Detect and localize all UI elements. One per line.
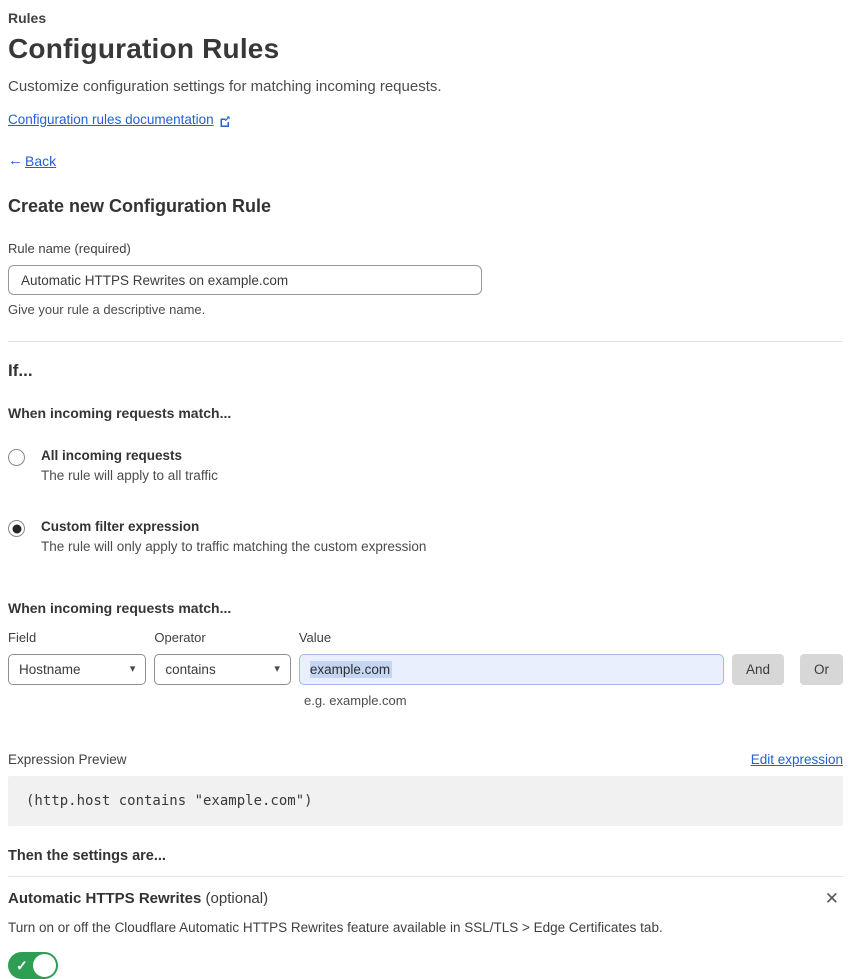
expression-preview-row: Expression Preview Edit expression: [8, 752, 843, 767]
back-link[interactable]: Back: [25, 153, 56, 169]
radio-option-custom-filter-expression[interactable]: Custom filter expression The rule will o…: [8, 519, 843, 554]
setting-title-suffix: (optional): [205, 890, 269, 907]
radio-option-label: All incoming requests: [41, 448, 183, 463]
expression-preview-label: Expression Preview: [8, 752, 127, 767]
rule-name-helper: Give your rule a descriptive name.: [8, 302, 206, 317]
field-select-value: Hostname: [19, 662, 81, 677]
documentation-link[interactable]: Configuration rules documentation: [8, 112, 214, 127]
create-rule-heading: Create new Configuration Rule: [8, 196, 272, 216]
external-link-icon: [219, 114, 231, 127]
or-button[interactable]: Or: [800, 654, 843, 685]
radio-option-label: Custom filter expression: [41, 519, 200, 534]
divider: [8, 876, 843, 877]
edit-expression-link[interactable]: Edit expression: [751, 752, 843, 767]
value-column: Value example.com: [298, 630, 724, 685]
page-title: Configuration Rules: [8, 33, 280, 64]
radio-button-unchecked[interactable]: [8, 449, 25, 466]
value-label: Value: [298, 630, 332, 645]
operator-select[interactable]: contains ▾: [154, 654, 291, 685]
toggle-knob: [33, 954, 56, 977]
radio-option-texts: Custom filter expression The rule will o…: [41, 519, 426, 554]
value-input-text: example.com: [309, 661, 393, 678]
field-select[interactable]: Hostname ▾: [8, 654, 147, 685]
back-arrow-icon: ←: [8, 152, 23, 169]
operator-column: Operator contains ▾: [154, 630, 291, 685]
field-column: Field Hostname ▾: [8, 630, 147, 685]
setting-title: Automatic HTTPS Rewrites: [8, 890, 202, 907]
operator-label: Operator: [154, 630, 206, 645]
match-type-radio-group: All incoming requests The rule will appl…: [8, 448, 843, 554]
radio-option-description: The rule will apply to all traffic: [41, 468, 218, 483]
expression-builder-row: Field Hostname ▾ Operator contains ▾ Val…: [8, 630, 843, 685]
radio-button-checked[interactable]: [8, 520, 25, 537]
radio-option-texts: All incoming requests The rule will appl…: [41, 448, 218, 483]
radio-option-all-incoming-requests[interactable]: All incoming requests The rule will appl…: [8, 448, 843, 483]
chevron-down-icon: ▾: [274, 663, 280, 675]
documentation-link-row: Configuration rules documentation: [8, 112, 843, 127]
setting-description: Turn on or off the Cloudflare Automatic …: [8, 920, 663, 935]
then-settings-heading: Then the settings are...: [8, 848, 166, 864]
expression-preview-code: (http.host contains "example.com"): [8, 776, 843, 826]
chevron-down-icon: ▾: [129, 663, 136, 675]
value-helper-text: e.g. example.com: [304, 693, 407, 708]
divider: [8, 341, 843, 342]
automatic-https-rewrites-toggle[interactable]: ✓: [8, 952, 58, 979]
field-label: Field: [8, 630, 37, 645]
configuration-rules-page: Rules Configuration Rules Customize conf…: [0, 0, 852, 979]
page-subtitle: Customize configuration settings for mat…: [8, 78, 442, 95]
if-heading: If...: [8, 361, 33, 380]
and-button[interactable]: And: [731, 654, 784, 685]
rule-name-input[interactable]: [8, 265, 482, 295]
rule-name-label: Rule name (required): [8, 241, 131, 256]
check-icon: ✓: [16, 957, 28, 973]
setting-card-title: Automatic HTTPS Rewrites (optional): [8, 890, 268, 907]
operator-select-value: contains: [165, 662, 216, 677]
incoming-requests-match-label: When incoming requests match...: [8, 405, 232, 421]
radio-option-description: The rule will only apply to traffic matc…: [41, 539, 427, 554]
value-input[interactable]: example.com: [298, 654, 724, 685]
breadcrumb: Rules: [8, 10, 47, 26]
expression-builder-heading: When incoming requests match...: [8, 600, 232, 616]
back-row: ← Back: [8, 152, 843, 169]
